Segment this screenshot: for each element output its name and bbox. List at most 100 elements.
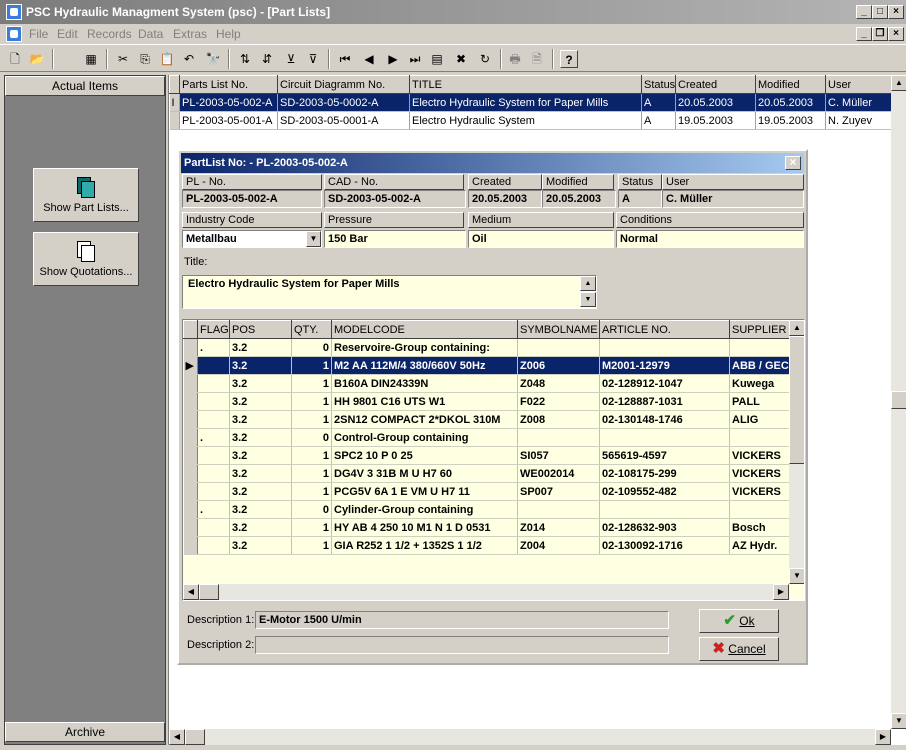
cell[interactable]: 0 (291, 500, 332, 519)
first-record-icon[interactable]: ⏮ (336, 50, 354, 68)
cell[interactable]: 3.2 (229, 536, 292, 555)
cell[interactable]: B160A DIN24339N (331, 374, 518, 393)
table-row[interactable]: 3.2 1 PCG5V 6A 1 E VM U H7 11 SP007 02-10955… (183, 482, 790, 501)
cell[interactable]: 3.2 (229, 338, 292, 357)
cell[interactable]: Z004 (517, 536, 600, 555)
cell[interactable]: . (197, 500, 230, 519)
print-preview-icon[interactable]: 🗎 (528, 50, 546, 68)
industry-code-select[interactable]: Metallbau ▼ (182, 230, 322, 248)
cell[interactable]: C. Müller (825, 93, 892, 112)
cell[interactable] (517, 338, 600, 357)
table-row[interactable]: 3.2 1 B160A DIN24339N Z048 02-128912-1047 Kuw… (183, 374, 790, 393)
cell[interactable]: Kuwega (729, 374, 790, 393)
table-row[interactable]: 3.2 1 HH 9801 C16 UTS W1 F022 02-128887-1031… (183, 392, 790, 411)
cell[interactable]: Electro Hydraulic System for Paper Mills (409, 93, 642, 112)
chevron-down-icon[interactable]: ▼ (306, 231, 321, 247)
cell[interactable]: 1 (291, 446, 332, 465)
cell[interactable] (517, 500, 600, 519)
cell[interactable] (599, 428, 730, 447)
cell[interactable]: ABB / GEC (729, 356, 790, 375)
col-pos[interactable]: POS (229, 320, 292, 339)
child-close-button[interactable]: × (888, 27, 904, 41)
cell[interactable] (197, 356, 230, 375)
cell[interactable] (729, 338, 790, 357)
table-row[interactable]: I PL-2003-05-002-A SD-2003-05-0002-A Ele… (169, 93, 892, 112)
cell[interactable]: Reservoire-Group containing: (331, 338, 518, 357)
child-minimize-button[interactable]: _ (856, 27, 872, 41)
cell[interactable] (197, 446, 230, 465)
cell[interactable]: VICKERS (729, 464, 790, 483)
cell[interactable]: SPC2 10 P 0 25 (331, 446, 518, 465)
show-quotations-button[interactable]: Show Quotations... (33, 232, 139, 286)
cell[interactable]: Control-Group containing (331, 428, 518, 447)
cell[interactable] (729, 428, 790, 447)
cell[interactable]: Cylinder-Group containing (331, 500, 518, 519)
grid-scroll-up-icon[interactable]: ▲ (789, 320, 804, 336)
col-modelcode[interactable]: MODELCODE (331, 320, 518, 339)
table-row[interactable]: . 3.2 0 Control-Group containing (183, 428, 790, 447)
cell[interactable]: 1 (291, 374, 332, 393)
cell[interactable] (197, 374, 230, 393)
cell[interactable]: 02-109552-482 (599, 482, 730, 501)
cell[interactable]: 19.05.2003 (675, 111, 756, 130)
help-icon[interactable]: ? (560, 50, 578, 68)
cell[interactable]: A (641, 93, 676, 112)
dialog-close-icon[interactable]: × (785, 156, 801, 170)
cell[interactable]: 3.2 (229, 392, 292, 411)
cell[interactable]: M2 AA 112M/4 380/660V 50Hz (331, 356, 518, 375)
col-circuit-diagram-no[interactable]: Circuit Diagramm No. (277, 75, 410, 94)
table-row[interactable]: PL-2003-05-001-A SD-2003-05-0001-A Elect… (169, 111, 892, 130)
col-flag[interactable]: FLAG (197, 320, 230, 339)
col-modified[interactable]: Modified (755, 75, 826, 94)
col-article-no[interactable]: ARTICLE NO. (599, 320, 730, 339)
cell[interactable]: . (197, 338, 230, 357)
copy-icon[interactable]: ⎘ (136, 50, 154, 68)
cell[interactable] (197, 392, 230, 411)
cell[interactable]: VICKERS (729, 446, 790, 465)
minimize-button[interactable]: _ (856, 5, 872, 19)
cell[interactable]: Z006 (517, 356, 600, 375)
cell[interactable]: AZ Hydr. (729, 536, 790, 555)
cell[interactable]: 3.2 (229, 374, 292, 393)
menu-help[interactable]: Help (216, 27, 241, 41)
title-textarea[interactable]: Electro Hydraulic System for Paper Mills… (182, 275, 597, 309)
cell[interactable]: 02-128912-1047 (599, 374, 730, 393)
medium-field[interactable]: Oil (468, 230, 614, 248)
cell[interactable] (197, 410, 230, 429)
cell[interactable]: 3.2 (229, 482, 292, 501)
cell[interactable]: 02-128632-903 (599, 518, 730, 537)
cut-icon[interactable]: ✂ (114, 50, 132, 68)
child-restore-button[interactable]: ❐ (872, 27, 888, 41)
cell[interactable] (197, 536, 230, 555)
cell[interactable]: PL-2003-05-001-A (179, 111, 278, 130)
grid-horizontal-scrollbar[interactable]: ◀ ▶ (183, 584, 789, 600)
table-row[interactable]: . 3.2 0 Cylinder-Group containing (183, 500, 790, 519)
cell[interactable]: 20.05.2003 (675, 93, 756, 112)
find-icon[interactable]: 🔭 (204, 50, 222, 68)
grid-scroll-left-icon[interactable]: ◀ (183, 584, 199, 600)
col-qty[interactable]: QTY. (291, 320, 332, 339)
ok-button[interactable]: ✔ Ok (699, 609, 779, 633)
cell[interactable] (729, 500, 790, 519)
cell[interactable] (197, 482, 230, 501)
cell[interactable]: . (197, 428, 230, 447)
table-row[interactable]: 3.2 1 SPC2 10 P 0 25 SI057 565619-4597 VICKER… (183, 446, 790, 465)
menu-data[interactable]: Data (138, 27, 163, 41)
next-record-icon[interactable]: ▶ (384, 50, 402, 68)
cell[interactable]: PALL (729, 392, 790, 411)
menu-edit[interactable]: Edit (57, 27, 78, 41)
menu-extras[interactable]: Extras (173, 27, 207, 41)
main-horizontal-scrollbar[interactable]: ◀ ▶ (169, 729, 891, 745)
cell[interactable]: SD-2003-05-0001-A (277, 111, 410, 130)
scroll-right-icon[interactable]: ▶ (875, 729, 891, 745)
grid-hscroll-thumb[interactable] (199, 584, 219, 600)
cell[interactable]: Z014 (517, 518, 600, 537)
scroll-thumb[interactable] (891, 391, 906, 409)
col-status[interactable]: Status (641, 75, 676, 94)
col-title[interactable]: TITLE (409, 75, 642, 94)
grid-scroll-thumb[interactable] (789, 336, 804, 464)
cell[interactable]: N. Zuyev (825, 111, 892, 130)
cell[interactable]: WE002014 (517, 464, 600, 483)
cell[interactable]: Z048 (517, 374, 600, 393)
cell[interactable]: A (641, 111, 676, 130)
